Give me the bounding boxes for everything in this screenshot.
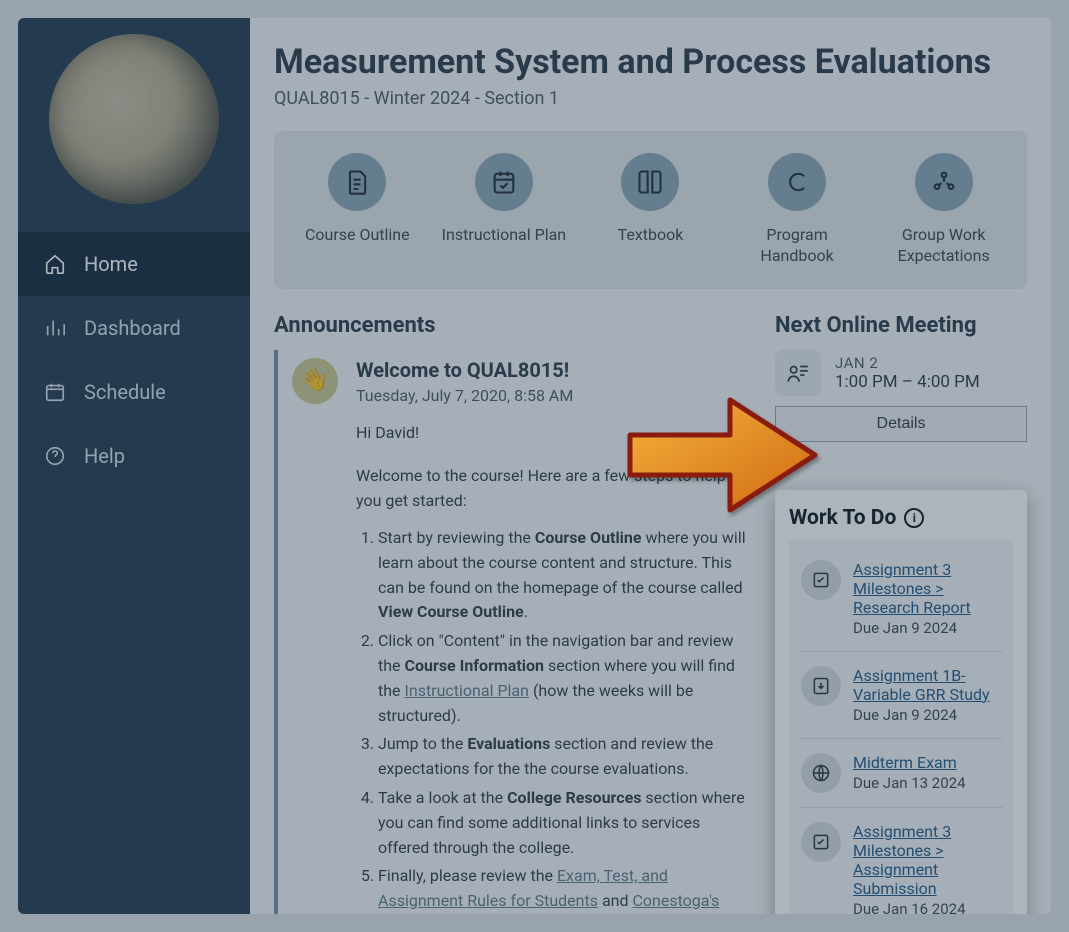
announcement-title: Welcome to QUAL8015! (356, 358, 753, 382)
work-to-do-heading: Work To Do (789, 506, 896, 530)
resource-program-handbook[interactable]: Program Handbook (732, 153, 862, 267)
wave-icon: 👋 (292, 358, 338, 404)
sidebar-nav: Home Dashboard Schedule Help (18, 232, 250, 488)
work-item: Assignment 3 Milestones > Research Repor… (799, 546, 1003, 652)
announcement-greeting: Hi David! (356, 421, 753, 446)
resource-label: Group Work Expectations (879, 225, 1009, 267)
work-item-due: Due Jan 9 2024 (853, 619, 1001, 637)
announcement-step: Take a look at the College Resources sec… (378, 786, 753, 860)
main-content: Measurement System and Process Evaluatio… (250, 18, 1051, 914)
announcements-heading: Announcements (274, 313, 753, 338)
resource-row: Course Outline Instructional Plan Textbo… (274, 131, 1027, 289)
download-icon (801, 666, 841, 706)
info-icon[interactable]: i (904, 508, 924, 528)
page-title: Measurement System and Process Evaluatio… (274, 42, 1027, 82)
meeting-details-button[interactable]: Details (775, 406, 1027, 442)
help-icon (44, 445, 66, 467)
work-item-due: Due Jan 13 2024 (853, 774, 966, 792)
sidebar-item-label: Help (84, 444, 125, 468)
announcement-intro: Welcome to the course! Here are a few st… (356, 464, 753, 514)
chart-icon (44, 317, 66, 339)
resource-instructional-plan[interactable]: Instructional Plan (439, 153, 569, 246)
resource-textbook[interactable]: Textbook (585, 153, 715, 246)
home-icon (44, 253, 66, 275)
work-item-link[interactable]: Assignment 3 Milestones > Research Repor… (853, 560, 971, 617)
instructional-plan-link[interactable]: Instructional Plan (405, 681, 529, 700)
calendar-icon (44, 381, 66, 403)
sidebar-item-schedule[interactable]: Schedule (18, 360, 250, 424)
next-meeting-heading: Next Online Meeting (775, 313, 1027, 338)
resource-label: Course Outline (292, 225, 422, 246)
quiz-icon (801, 560, 841, 600)
next-meeting-card: Next Online Meeting JAN 2 1:00 PM – 4:00… (775, 313, 1027, 442)
document-icon (343, 168, 371, 196)
resource-label: Textbook (585, 225, 715, 246)
announcement-step: Click on "Content" in the navigation bar… (378, 629, 753, 728)
resource-label: Program Handbook (732, 225, 862, 267)
letter-c-icon (783, 168, 811, 196)
work-item-link[interactable]: Assignment 1B-Variable GRR Study (853, 666, 990, 704)
sidebar: Home Dashboard Schedule Help (18, 18, 250, 914)
work-item-due: Due Jan 9 2024 (853, 706, 1001, 724)
group-icon (930, 168, 958, 196)
calendar-icon (490, 168, 518, 196)
announcement-step: Jump to the Evaluations section and revi… (378, 732, 753, 782)
announcement-step: Start by reviewing the Course Outline wh… (378, 526, 753, 625)
work-item: Midterm Exam Due Jan 13 2024 (799, 739, 1003, 808)
sidebar-item-label: Home (84, 252, 138, 276)
work-to-do-list: Assignment 3 Milestones > Research Repor… (789, 540, 1013, 914)
announcement-timestamp: Tuesday, July 7, 2020, 8:58 AM (356, 386, 753, 405)
sidebar-item-label: Schedule (84, 380, 166, 404)
announcement-card: 👋 Welcome to QUAL8015! Tuesday, July 7, … (274, 350, 753, 914)
work-item-link[interactable]: Midterm Exam (853, 753, 957, 772)
sidebar-item-home[interactable]: Home (18, 232, 250, 296)
sidebar-item-label: Dashboard (84, 316, 181, 340)
work-to-do-panel: Work To Do i Assignment 3 Milestones > R… (775, 490, 1027, 914)
resource-course-outline[interactable]: Course Outline (292, 153, 422, 246)
meeting-time: 1:00 PM – 4:00 PM (835, 372, 980, 392)
avatar (49, 34, 219, 204)
resource-group-work[interactable]: Group Work Expectations (879, 153, 1009, 267)
work-item: Assignment 1B-Variable GRR Study Due Jan… (799, 652, 1003, 739)
meeting-date: JAN 2 (835, 354, 980, 372)
resource-label: Instructional Plan (439, 225, 569, 246)
work-item-due: Due Jan 16 2024 (853, 900, 1001, 914)
work-item-link[interactable]: Assignment 3 Milestones > Assignment Sub… (853, 822, 951, 898)
sidebar-item-help[interactable]: Help (18, 424, 250, 488)
work-item: Assignment 3 Milestones > Assignment Sub… (799, 808, 1003, 914)
page-subtitle: QUAL8015 - Winter 2024 - Section 1 (274, 88, 1027, 109)
book-icon (636, 168, 664, 196)
announcement-step: Finally, please review the Exam, Test, a… (378, 864, 753, 914)
sidebar-item-dashboard[interactable]: Dashboard (18, 296, 250, 360)
globe-icon (801, 753, 841, 793)
meeting-icon (775, 350, 821, 396)
quiz-icon (801, 822, 841, 862)
